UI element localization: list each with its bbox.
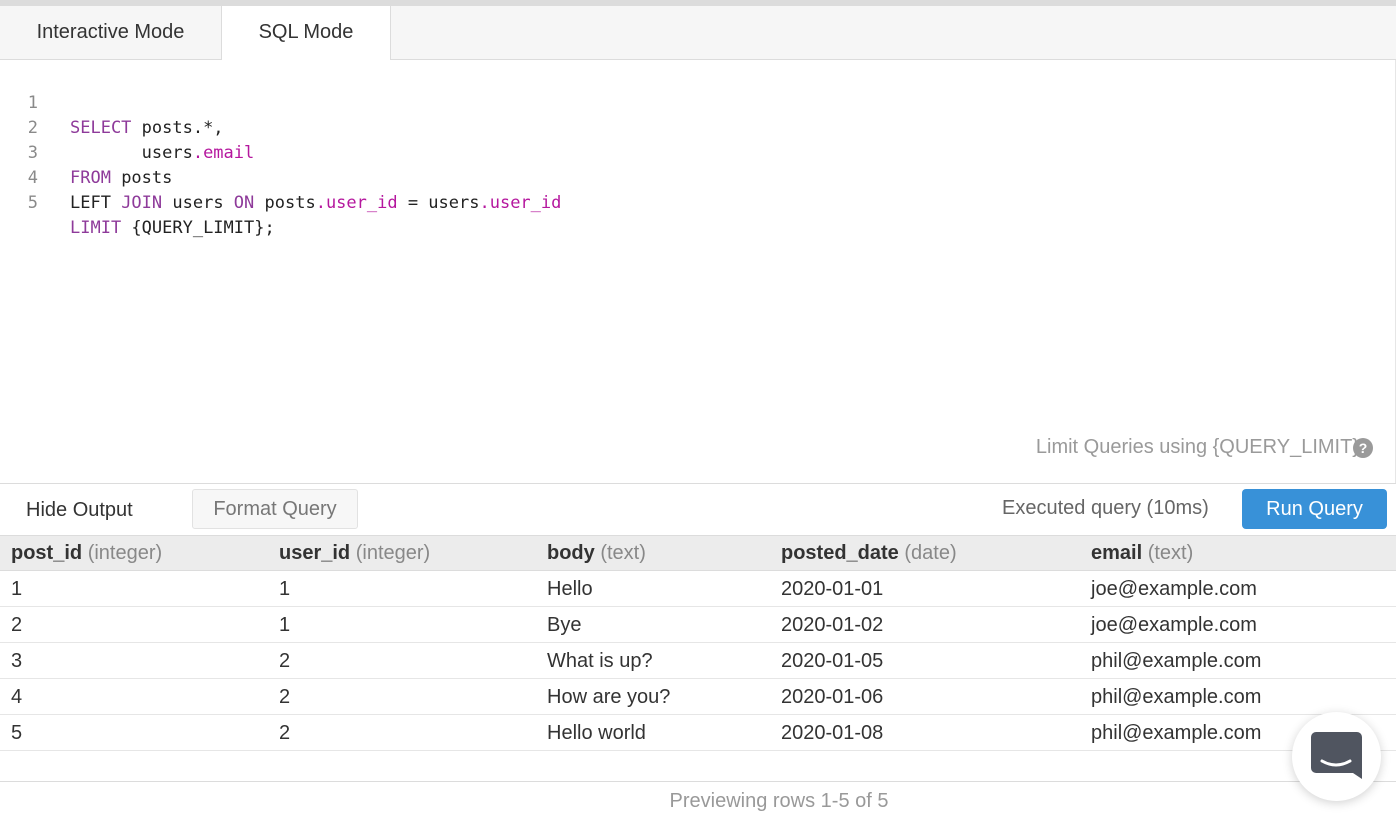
table-cell: 2 bbox=[11, 614, 23, 636]
column-type: (text) bbox=[1147, 542, 1194, 564]
table-cell: joe@example.com bbox=[1091, 614, 1257, 636]
column-type: (integer) bbox=[87, 542, 163, 564]
code-line: 2 users.email bbox=[0, 91, 255, 163]
table-cell: 2020-01-02 bbox=[781, 614, 884, 636]
execution-status: Executed query (10ms) bbox=[1002, 497, 1209, 519]
code-keyword: ON bbox=[233, 193, 255, 213]
table-cell: 1 bbox=[279, 578, 291, 600]
table-row: 4 2 How are you? 2020-01-06 phil@example… bbox=[0, 679, 1396, 715]
table-cell: What is up? bbox=[547, 650, 653, 672]
table-cell: How are you? bbox=[547, 686, 671, 708]
column-name: user_id bbox=[279, 542, 351, 564]
sql-editor[interactable]: 1 SELECT posts.*, 2 users.email 3 FROM p… bbox=[0, 60, 1396, 483]
table-cell: 2020-01-08 bbox=[781, 722, 884, 744]
code-token: = users bbox=[397, 193, 480, 213]
code-token: LEFT bbox=[70, 193, 122, 213]
hide-output-button[interactable]: Hide Output bbox=[26, 499, 133, 522]
table-cell: phil@example.com bbox=[1091, 650, 1262, 672]
results-table: post_id (integer) user_id (integer) body… bbox=[0, 535, 1396, 751]
preview-rows-label: Previewing rows 1-5 of 5 bbox=[669, 790, 889, 812]
column-name: post_id bbox=[11, 542, 83, 564]
help-icon[interactable]: ? bbox=[1353, 438, 1373, 458]
chat-icon bbox=[1311, 732, 1362, 779]
code-line: 5 LIMIT {QUERY_LIMIT}; bbox=[0, 166, 275, 238]
code-text: LEFT JOIN users ON posts.user_id = users… bbox=[70, 191, 561, 216]
code-line: 4 LEFT JOIN users ON posts.user_id = use… bbox=[0, 141, 562, 213]
column-type: (date) bbox=[904, 542, 957, 564]
code-token: users bbox=[70, 143, 193, 163]
code-token: posts bbox=[110, 168, 173, 188]
table-row: 1 1 Hello 2020-01-01 joe@example.com bbox=[0, 571, 1396, 607]
column-type: (text) bbox=[600, 542, 646, 564]
table-cell: 4 bbox=[11, 686, 23, 708]
chat-launcher-button[interactable] bbox=[1292, 712, 1381, 801]
column-header-body[interactable]: body (text) bbox=[547, 536, 646, 572]
code-keyword: SELECT bbox=[70, 118, 132, 138]
table-cell: Hello world bbox=[547, 722, 646, 744]
table-cell: Bye bbox=[547, 614, 582, 636]
code-text: SELECT posts.*, bbox=[70, 116, 224, 141]
table-cell: 5 bbox=[11, 722, 23, 744]
run-query-button[interactable]: Run Query bbox=[1242, 489, 1387, 529]
table-cell: 2020-01-06 bbox=[781, 686, 884, 708]
code-text: FROM posts bbox=[70, 166, 172, 191]
code-token: posts bbox=[254, 193, 316, 213]
code-property: .user_id bbox=[479, 193, 562, 213]
table-cell: 2 bbox=[279, 650, 291, 672]
table-cell: 2 bbox=[279, 686, 291, 708]
code-property: .email bbox=[192, 143, 255, 163]
table-cell: 2020-01-01 bbox=[781, 578, 884, 600]
table-row: 3 2 What is up? 2020-01-05 phil@example.… bbox=[0, 643, 1396, 679]
table-row: 5 2 Hello world 2020-01-08 phil@example.… bbox=[0, 715, 1396, 751]
column-name: posted_date bbox=[781, 542, 899, 564]
tab-interactive-mode[interactable]: Interactive Mode bbox=[0, 6, 222, 60]
table-header-row: post_id (integer) user_id (integer) body… bbox=[0, 535, 1396, 571]
code-line: 1 SELECT posts.*, bbox=[0, 66, 224, 138]
table-cell: phil@example.com bbox=[1091, 686, 1262, 708]
table-row: 2 1 Bye 2020-01-02 joe@example.com bbox=[0, 607, 1396, 643]
table-cell: 2 bbox=[279, 722, 291, 744]
column-header-email[interactable]: email (text) bbox=[1091, 536, 1193, 572]
code-property: .user_id bbox=[315, 193, 398, 213]
column-name: email bbox=[1091, 542, 1143, 564]
code-keyword: JOIN bbox=[121, 193, 163, 213]
column-header-user-id[interactable]: user_id (integer) bbox=[279, 536, 430, 572]
column-type: (integer) bbox=[355, 542, 431, 564]
table-cell: 1 bbox=[11, 578, 23, 600]
column-name: body bbox=[547, 542, 595, 564]
tab-sql-mode[interactable]: SQL Mode bbox=[222, 6, 391, 61]
code-line: 3 FROM posts bbox=[0, 116, 173, 188]
code-token: users bbox=[162, 193, 234, 213]
limit-queries-hint: Limit Queries using {QUERY_LIMIT} bbox=[1035, 436, 1359, 458]
mode-tabbar: Interactive Mode SQL Mode bbox=[0, 6, 1396, 61]
code-text: LIMIT {QUERY_LIMIT}; bbox=[70, 216, 275, 241]
table-cell: 1 bbox=[279, 614, 291, 636]
code-token: posts.*, bbox=[131, 118, 224, 138]
table-cell: 3 bbox=[11, 650, 23, 672]
code-keyword: FROM bbox=[70, 168, 111, 188]
code-keyword: LIMIT bbox=[70, 218, 122, 238]
code-text: users.email bbox=[70, 141, 255, 166]
table-cell: phil@example.com bbox=[1091, 722, 1262, 744]
table-cell: 2020-01-05 bbox=[781, 650, 884, 672]
format-query-button[interactable]: Format Query bbox=[192, 489, 358, 529]
line-number: 5 bbox=[27, 193, 38, 213]
column-header-posted-date[interactable]: posted_date (date) bbox=[781, 536, 957, 572]
column-header-post-id[interactable]: post_id (integer) bbox=[11, 536, 162, 572]
code-token: {QUERY_LIMIT}; bbox=[121, 218, 275, 238]
footer-divider bbox=[0, 781, 1396, 782]
table-cell: Hello bbox=[547, 578, 593, 600]
table-cell: joe@example.com bbox=[1091, 578, 1257, 600]
output-toolbar: Hide Output Format Query Executed query … bbox=[0, 483, 1396, 535]
